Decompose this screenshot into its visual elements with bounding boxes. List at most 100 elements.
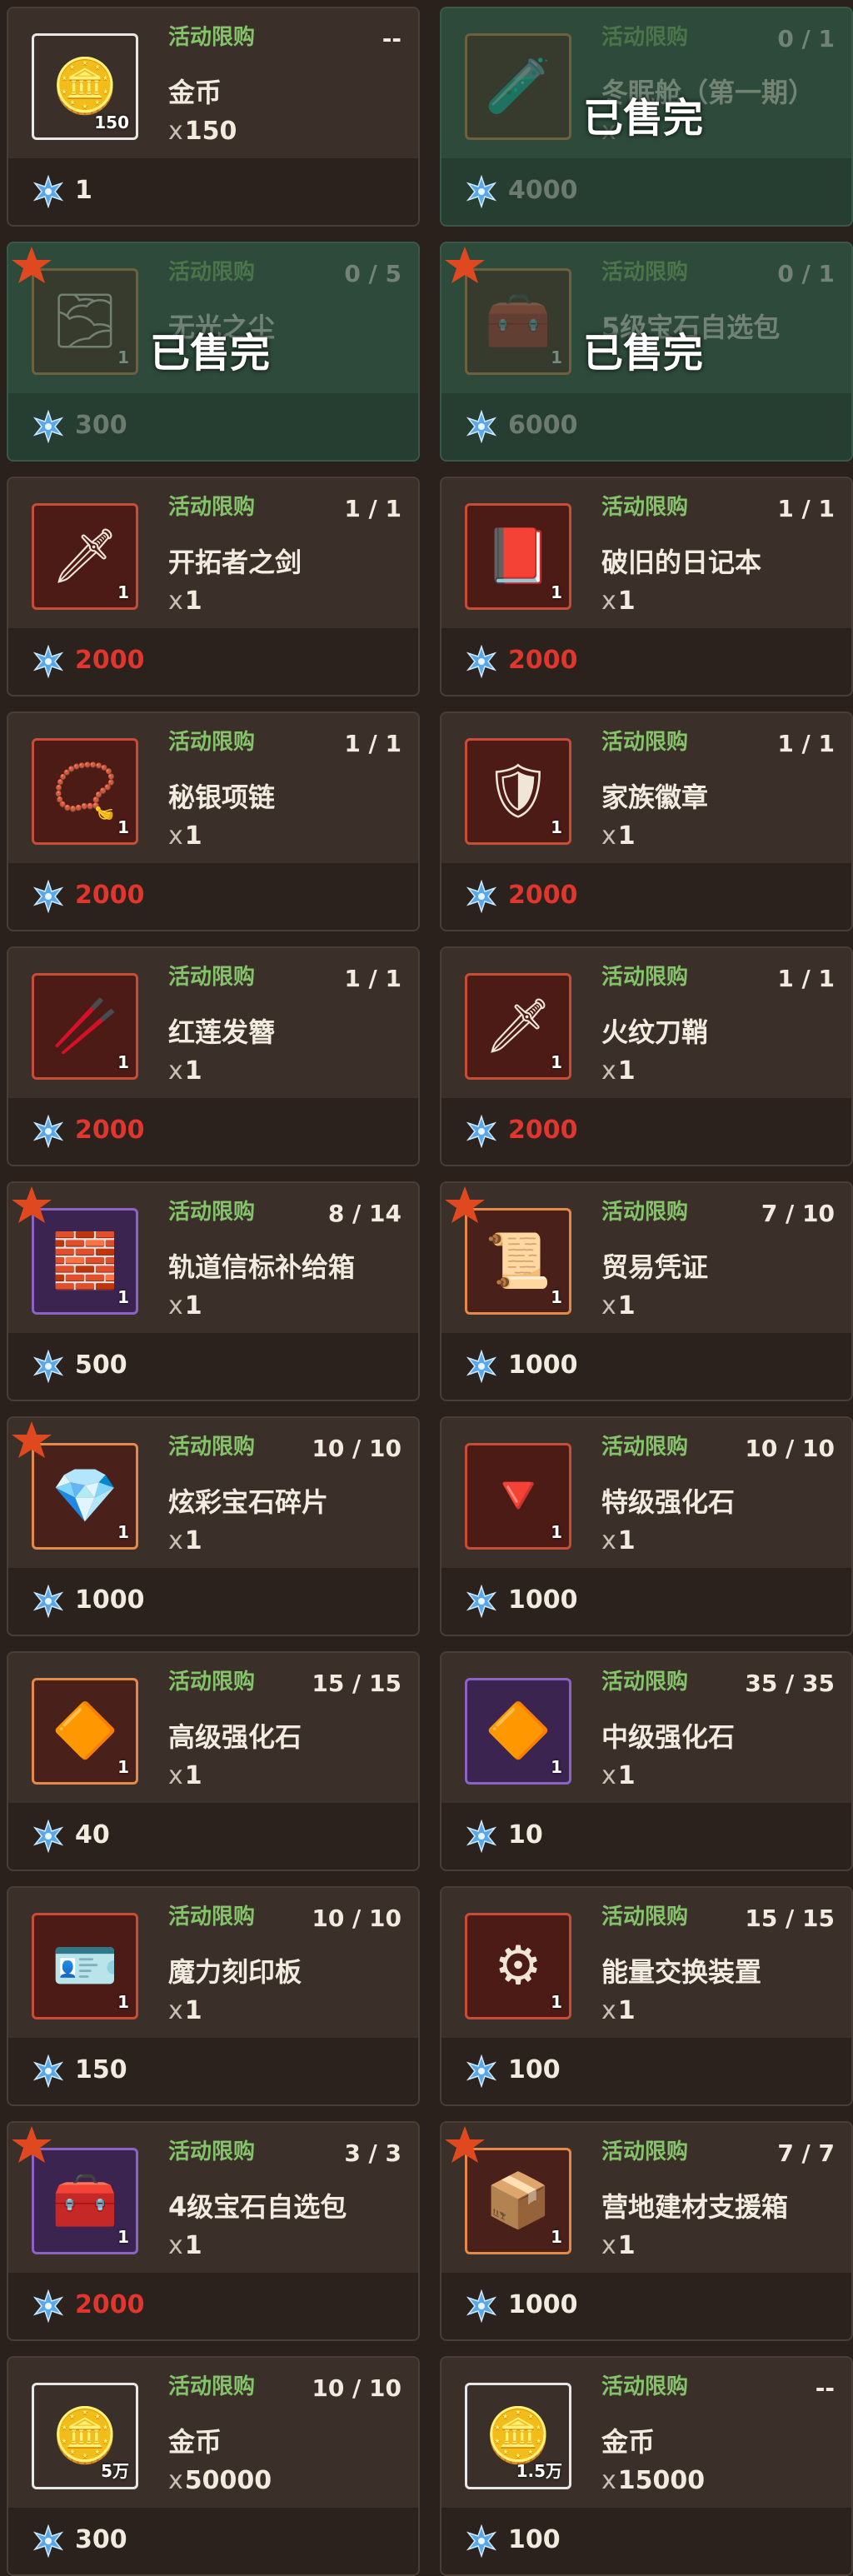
shop-item-card[interactable]: ⚙ 1 活动限购 15 / 15 能量交换装置 x1 100 bbox=[440, 1886, 853, 2106]
item-price: 1 bbox=[75, 176, 92, 205]
limited-tag: 活动限购 bbox=[168, 1435, 256, 1460]
item-quantity: x1 bbox=[601, 821, 636, 851]
item-thumbnail[interactable]: 🗡 1 bbox=[32, 503, 138, 610]
shop-item-card[interactable]: 🪪 1 活动限购 10 / 10 魔力刻印板 x1 150 bbox=[7, 1886, 420, 2106]
shop-item-card[interactable]: 📜 1 活动限购 7 / 10 贸易凭证 x1 1000 bbox=[440, 1181, 853, 1401]
item-name: 轨道信标补给箱 bbox=[168, 1251, 356, 1283]
limited-tag: 活动限购 bbox=[601, 2374, 689, 2399]
item-price: 300 bbox=[75, 2525, 127, 2554]
item-name: 高级强化石 bbox=[168, 1721, 302, 1753]
stack-count-badge: 1 bbox=[551, 1287, 562, 1307]
purchase-limit-counter: 1 / 1 bbox=[777, 730, 835, 757]
multiply-sign: x bbox=[168, 587, 183, 616]
stack-count-badge: 1 bbox=[551, 1522, 562, 1542]
item-thumbnail[interactable]: 🥢 1 bbox=[32, 973, 138, 1080]
stack-count-badge: 1 bbox=[551, 1757, 562, 1777]
item-thumbnail[interactable]: 🪪 1 bbox=[32, 1913, 138, 2019]
shop-item-card[interactable]: 📿 1 活动限购 1 / 1 秘银项链 x1 2000 bbox=[7, 711, 420, 931]
stack-count-badge: 1 bbox=[551, 347, 562, 367]
purchase-limit-counter: 35 / 35 bbox=[745, 1670, 835, 1697]
sold-out-overlay: 已售完 bbox=[150, 330, 271, 377]
multiply-sign: x bbox=[601, 1526, 616, 1555]
snowflake-gem-icon bbox=[32, 2289, 64, 2323]
snowflake-gem-icon bbox=[32, 175, 64, 208]
item-price: 100 bbox=[508, 2525, 561, 2554]
stack-count-badge: 1 bbox=[117, 817, 129, 837]
item-thumbnail[interactable]: 🧪 bbox=[465, 33, 571, 140]
item-thumbnail[interactable]: 📿 1 bbox=[32, 738, 138, 845]
item-thumbnail[interactable]: 🪙 1.5万 bbox=[465, 2383, 571, 2489]
item-quantity: x1 bbox=[168, 1291, 202, 1320]
shop-item-card[interactable]: 💎 1 活动限购 10 / 10 炫彩宝石碎片 x1 1000 bbox=[7, 1416, 420, 1636]
shop-item-card[interactable]: 🗡 1 活动限购 1 / 1 开拓者之剑 x1 2000 bbox=[7, 477, 420, 696]
item-price: 4000 bbox=[508, 176, 578, 205]
stack-count-badge: 1 bbox=[117, 1052, 129, 1072]
item-name: 开拓者之剑 bbox=[168, 547, 302, 578]
item-thumbnail[interactable]: 🔶 1 bbox=[465, 1678, 571, 1785]
item-thumbnail[interactable]: 🛡 1 bbox=[465, 738, 571, 845]
shop-item-card[interactable]: 🗡 1 活动限购 1 / 1 火纹刀鞘 x1 2000 bbox=[440, 946, 853, 1166]
shop-item-card[interactable]: 🧰 1 活动限购 3 / 3 4级宝石自选包 x1 2000 bbox=[7, 2121, 420, 2341]
purchase-limit-counter: 0 / 5 bbox=[344, 260, 402, 287]
shop-item-card[interactable]: 🧰 1 活动限购 0 / 1 5级宝石自选包 6000 已售完 bbox=[440, 242, 853, 462]
limited-tag: 活动限购 bbox=[168, 2139, 256, 2164]
multiply-sign: x bbox=[601, 1291, 616, 1320]
gold-coin-icon: 🪙 bbox=[485, 2405, 551, 2467]
item-price: 40 bbox=[75, 1820, 110, 1850]
limited-tag: 活动限购 bbox=[601, 2139, 689, 2164]
shop-item-card[interactable]: 🧱 1 活动限购 8 / 14 轨道信标补给箱 x1 500 bbox=[7, 1181, 420, 1401]
multiply-sign: x bbox=[601, 1996, 616, 2025]
quantity-value: 1 bbox=[617, 1291, 636, 1320]
shop-item-card[interactable]: 🔻 1 活动限购 10 / 10 特级强化石 x1 1000 bbox=[440, 1416, 853, 1636]
shop-item-card[interactable]: 📦 1 活动限购 7 / 7 营地建材支援箱 x1 1000 bbox=[440, 2121, 853, 2341]
item-price: 2000 bbox=[75, 1116, 145, 1145]
item-thumbnail[interactable]: 📕 1 bbox=[465, 503, 571, 610]
shop-item-card[interactable]: 🪙 5万 活动限购 10 / 10 金币 x50000 300 bbox=[7, 2356, 420, 2576]
limited-tag: 活动限购 bbox=[601, 1905, 689, 1930]
item-price: 2000 bbox=[75, 646, 145, 675]
shop-item-card[interactable]: 🔶 1 活动限购 35 / 35 中级强化石 x1 10 bbox=[440, 1651, 853, 1871]
item-thumbnail[interactable]: 🔶 1 bbox=[32, 1678, 138, 1785]
multiply-sign: x bbox=[168, 1291, 183, 1320]
shop-item-card[interactable]: 📕 1 活动限购 1 / 1 破旧的日记本 x1 2000 bbox=[440, 477, 853, 696]
price-bar bbox=[8, 2508, 418, 2574]
snowflake-gem-icon bbox=[466, 880, 497, 913]
item-thumbnail[interactable]: 🪙 5万 bbox=[32, 2383, 138, 2489]
purchase-limit-counter: 10 / 10 bbox=[312, 2374, 402, 2402]
gold-coin-icon: 🪙 bbox=[52, 56, 118, 117]
stack-count-badge: 5万 bbox=[101, 2461, 129, 2481]
quantity-value: 50000 bbox=[184, 2466, 272, 2495]
limited-tag: 活动限购 bbox=[601, 1200, 689, 1225]
shop-item-card[interactable]: 🌫 1 活动限购 0 / 5 无光之尘 300 已售完 bbox=[7, 242, 420, 462]
snowflake-gem-icon bbox=[32, 645, 64, 678]
new-star-badge-icon bbox=[12, 1186, 52, 1223]
trade-voucher-icon: 📜 bbox=[485, 1231, 551, 1292]
quantity-value: 1 bbox=[184, 1056, 202, 1086]
item-price: 2000 bbox=[75, 2290, 145, 2319]
item-thumbnail[interactable]: 🔻 1 bbox=[465, 1443, 571, 1550]
item-quantity: x1 bbox=[168, 821, 202, 851]
item-thumbnail[interactable]: 🪙 150 bbox=[32, 33, 138, 140]
multiply-sign: x bbox=[168, 821, 183, 851]
shop-item-card[interactable]: 🛡 1 活动限购 1 / 1 家族徽章 x1 2000 bbox=[440, 711, 853, 931]
shop-item-card[interactable]: 🪙 1.5万 活动限购 -- 金币 x15000 100 bbox=[440, 2356, 853, 2576]
item-quantity: x1 bbox=[168, 2231, 202, 2260]
item-price: 300 bbox=[75, 411, 127, 440]
stack-count-badge: 150 bbox=[94, 112, 129, 132]
shop-item-card[interactable]: 🥢 1 活动限购 1 / 1 红莲发簪 x1 2000 bbox=[7, 946, 420, 1166]
quantity-value: 1 bbox=[617, 1996, 636, 2025]
item-price: 500 bbox=[75, 1350, 127, 1380]
item-thumbnail[interactable]: ⚙ 1 bbox=[465, 1913, 571, 2019]
shop-item-card[interactable]: 🧪 活动限购 0 / 1 冬眠舱（第一期） x 4000 已售完 bbox=[440, 7, 853, 227]
item-thumbnail[interactable]: 🗡 1 bbox=[465, 973, 571, 1080]
gold-coin-icon: 🪙 bbox=[52, 2405, 118, 2467]
shop-item-card[interactable]: 🔶 1 活动限购 15 / 15 高级强化石 x1 40 bbox=[7, 1651, 420, 1871]
price-bar bbox=[441, 1333, 851, 1400]
multiply-sign: x bbox=[601, 821, 616, 851]
stack-count-badge: 1 bbox=[551, 1992, 562, 2012]
quantity-value: 1 bbox=[617, 2231, 636, 2260]
price-bar bbox=[441, 863, 851, 930]
item-name: 营地建材支援箱 bbox=[601, 2191, 789, 2223]
multiply-sign: x bbox=[168, 2466, 183, 2495]
shop-item-card[interactable]: 🪙 150 活动限购 -- 金币 x150 1 bbox=[7, 7, 420, 227]
